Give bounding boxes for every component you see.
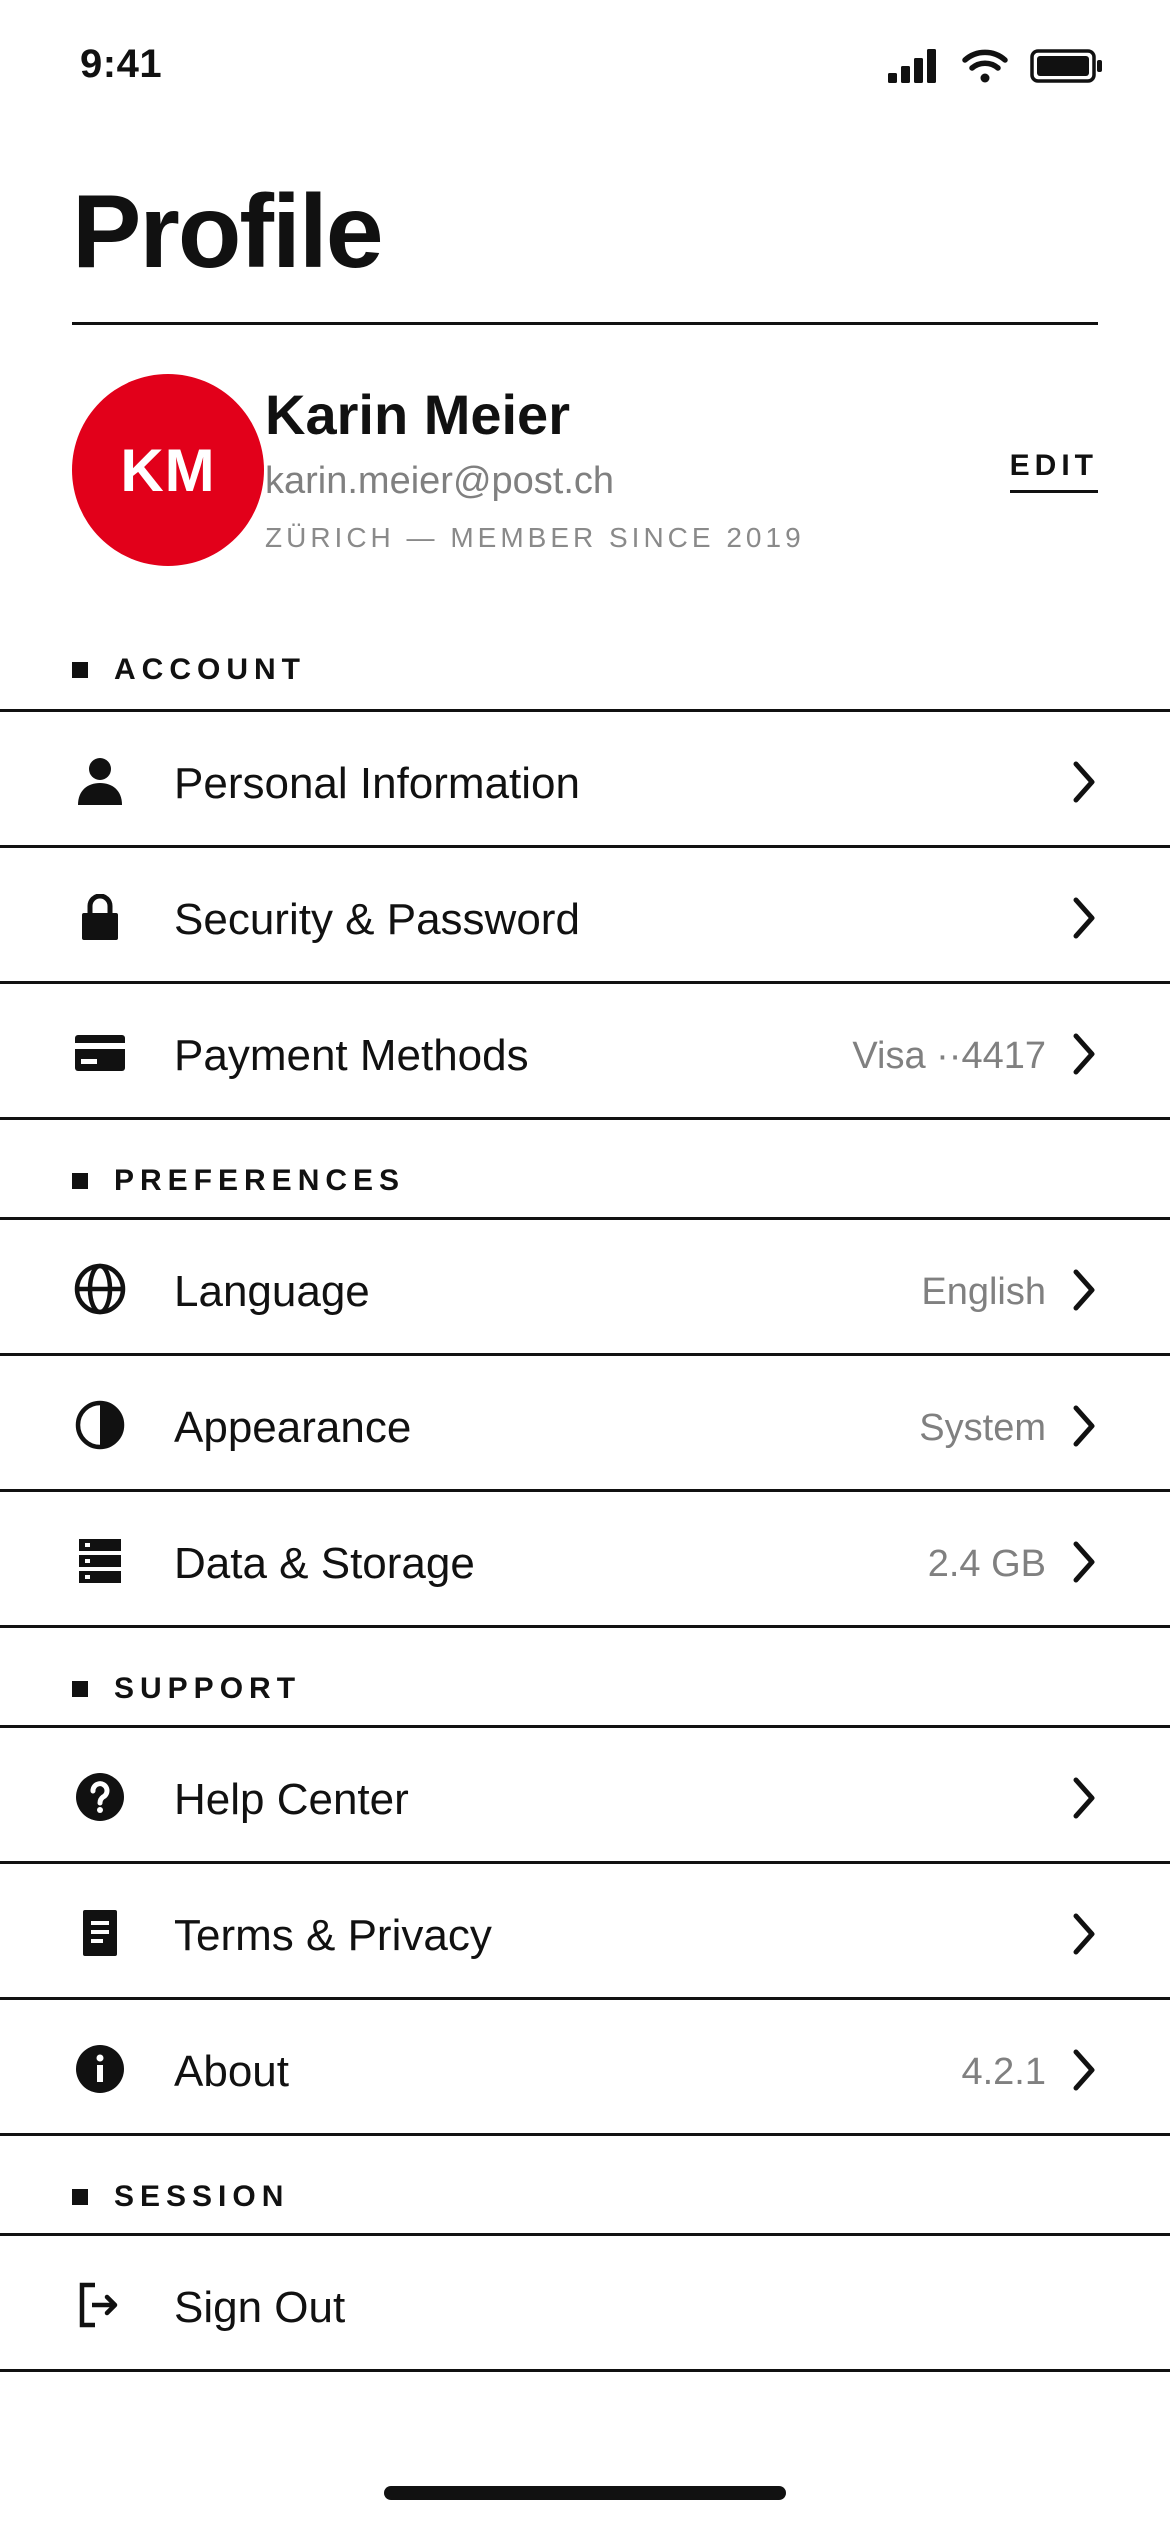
menu-item-label: Help Center bbox=[174, 1775, 409, 1824]
help-icon bbox=[72, 1769, 128, 1825]
status-time: 9:41 bbox=[80, 42, 163, 86]
chevron-right-icon bbox=[1073, 2049, 1095, 2091]
chevron-right-icon bbox=[1073, 1269, 1095, 1311]
menu-item-language[interactable]: Language English bbox=[0, 1217, 1170, 1353]
lock-icon bbox=[72, 889, 128, 945]
chevron-right-icon bbox=[1073, 1777, 1095, 1819]
status-icons bbox=[888, 46, 1104, 86]
menu-item-value: 2.4 GB bbox=[927, 1543, 1046, 1585]
menu-item-about[interactable]: About 4.2.1 bbox=[0, 1997, 1170, 2133]
chevron-right-icon bbox=[1073, 1541, 1095, 1583]
info-icon bbox=[72, 2041, 128, 2097]
menu-item-label: Payment Methods bbox=[174, 1031, 529, 1080]
page-title: Profile bbox=[72, 174, 384, 290]
menu-item-help-center[interactable]: Help Center bbox=[0, 1725, 1170, 1861]
menu-item-value: System bbox=[919, 1407, 1046, 1449]
status-bar: 9:41 bbox=[0, 0, 1170, 130]
credit-card-icon bbox=[72, 1025, 128, 1081]
menu-item-label: Appearance bbox=[174, 1403, 412, 1452]
section-marker bbox=[72, 2189, 88, 2205]
chevron-right-icon bbox=[1073, 1913, 1095, 1955]
section-marker bbox=[72, 1173, 88, 1189]
menu-item-label: Personal Information bbox=[174, 759, 580, 808]
divider bbox=[0, 2133, 1170, 2136]
menu-item-label: Terms & Privacy bbox=[174, 1911, 492, 1960]
divider bbox=[0, 2369, 1170, 2372]
divider bbox=[0, 1625, 1170, 1628]
profile-meta: ZÜRICH — MEMBER SINCE 2019 bbox=[265, 522, 805, 553]
wifi-icon bbox=[962, 49, 1008, 83]
chevron-right-icon bbox=[1073, 1405, 1095, 1447]
divider bbox=[0, 1117, 1170, 1120]
profile-screen: 9:41 Profile KM Karin Meier karin.meier@… bbox=[0, 0, 1170, 2532]
section-title-session: SESSION bbox=[114, 2180, 290, 2213]
edit-profile-button[interactable]: EDIT bbox=[1009, 448, 1098, 493]
menu-item-label: Sign Out bbox=[174, 2283, 346, 2332]
menu-item-security-password[interactable]: Security & Password bbox=[0, 845, 1170, 981]
menu-item-value: Visa ··4417 bbox=[852, 1035, 1046, 1077]
section-title-preferences: PREFERENCES bbox=[114, 1164, 406, 1197]
person-icon bbox=[72, 753, 128, 809]
document-icon bbox=[72, 1905, 128, 1961]
menu-item-appearance[interactable]: Appearance System bbox=[0, 1353, 1170, 1489]
chevron-right-icon bbox=[1073, 897, 1095, 939]
profile-name: Karin Meier bbox=[265, 383, 570, 446]
menu-item-label: Security & Password bbox=[174, 895, 580, 944]
profile-email: karin.meier@post.ch bbox=[265, 460, 615, 502]
menu-item-label: About bbox=[174, 2047, 289, 2096]
sign-out-button[interactable]: Sign Out bbox=[0, 2233, 1170, 2372]
section-header-session: SESSION bbox=[0, 2133, 1170, 2233]
avatar: KM bbox=[72, 374, 264, 566]
section-header-support: SUPPORT bbox=[0, 1625, 1170, 1725]
menu-item-data-storage[interactable]: Data & Storage 2.4 GB bbox=[0, 1489, 1170, 1625]
chevron-right-icon bbox=[1073, 1033, 1095, 1075]
storage-icon bbox=[72, 1533, 128, 1589]
globe-icon bbox=[72, 1261, 128, 1317]
menu-item-terms-privacy[interactable]: Terms & Privacy bbox=[0, 1861, 1170, 1997]
section-header-preferences: PREFERENCES bbox=[0, 1117, 1170, 1217]
avatar-initials: KM bbox=[120, 436, 216, 504]
sign-out-icon bbox=[72, 2277, 128, 2333]
section-marker bbox=[72, 662, 88, 678]
menu-item-label: Language bbox=[174, 1267, 370, 1316]
contrast-icon bbox=[72, 1397, 128, 1453]
title-divider bbox=[72, 322, 1098, 325]
chevron-right-icon bbox=[1073, 761, 1095, 803]
menu-item-payment-methods[interactable]: Payment Methods Visa ··4417 bbox=[0, 981, 1170, 1117]
cellular-signal-icon bbox=[888, 49, 940, 83]
section-title-account: ACCOUNT bbox=[114, 653, 306, 686]
battery-icon bbox=[1030, 49, 1104, 83]
section-title-support: SUPPORT bbox=[114, 1672, 302, 1705]
menu-item-value: English bbox=[921, 1271, 1046, 1313]
home-indicator[interactable] bbox=[384, 2486, 786, 2500]
menu-item-value: 4.2.1 bbox=[961, 2051, 1046, 2093]
menu-item-label: Data & Storage bbox=[174, 1539, 475, 1588]
section-header-account: ACCOUNT bbox=[0, 620, 1170, 720]
section-marker bbox=[72, 1681, 88, 1697]
menu-item-personal-information[interactable]: Personal Information bbox=[0, 709, 1170, 845]
